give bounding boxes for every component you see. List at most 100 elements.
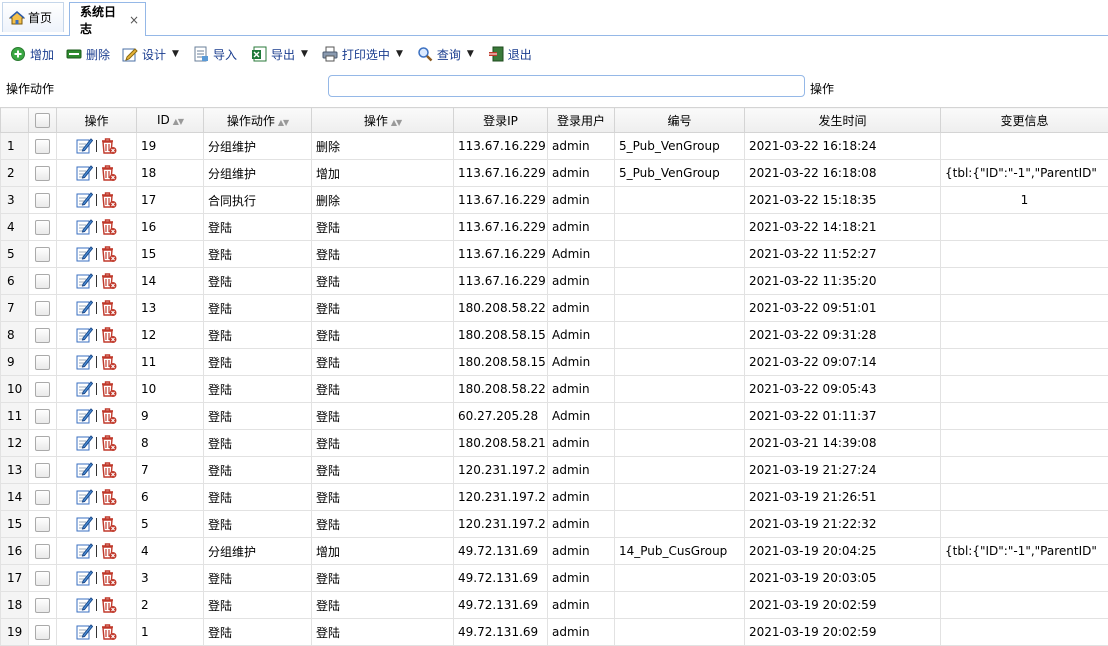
- row-select-cell[interactable]: [28, 456, 57, 484]
- delete-icon[interactable]: [100, 353, 117, 371]
- row-checkbox[interactable]: [35, 273, 50, 289]
- row-checkbox[interactable]: [35, 543, 50, 559]
- delete-icon[interactable]: [100, 218, 117, 236]
- table-row[interactable]: 17 3 登陆 登陆 49.72.131.69 admin 2021-03-19 20:03…: [0, 564, 1108, 592]
- header-id[interactable]: ID ▲▼: [136, 107, 204, 133]
- row-checkbox[interactable]: [35, 570, 50, 586]
- delete-icon[interactable]: [100, 380, 117, 398]
- row-select-cell[interactable]: [28, 321, 57, 349]
- edit-icon[interactable]: [76, 407, 94, 425]
- table-row[interactable]: 19 1 登陆 登陆 49.72.131.69 admin 2021-03-19 20:02…: [0, 618, 1108, 646]
- row-checkbox[interactable]: [35, 138, 50, 154]
- row-checkbox[interactable]: [35, 624, 50, 640]
- row-select-cell[interactable]: [28, 564, 57, 592]
- design-button[interactable]: 设计 ▼: [122, 46, 179, 63]
- row-checkbox[interactable]: [35, 435, 50, 451]
- delete-icon[interactable]: [100, 515, 117, 533]
- table-row[interactable]: 6 14 登陆 登陆 113.67.16.229 admin 2021-03-22 11:3…: [0, 267, 1108, 295]
- edit-icon[interactable]: [76, 488, 94, 506]
- delete-icon[interactable]: [100, 245, 117, 263]
- table-row[interactable]: 9 11 登陆 登陆 180.208.58.15 Admin 2021-03-22 09:0…: [0, 348, 1108, 376]
- delete-icon[interactable]: [100, 164, 117, 182]
- edit-icon[interactable]: [76, 542, 94, 560]
- table-row[interactable]: 8 12 登陆 登陆 180.208.58.15 Admin 2021-03-22 09:3…: [0, 321, 1108, 349]
- tab-system-log[interactable]: 系统日志 ×: [69, 2, 146, 36]
- export-button[interactable]: 导出 ▼: [251, 46, 308, 63]
- edit-icon[interactable]: [76, 353, 94, 371]
- import-button[interactable]: 导入: [193, 46, 237, 63]
- exit-button[interactable]: 退出: [488, 46, 532, 63]
- table-row[interactable]: 13 7 登陆 登陆 120.231.197.2 admin 2021-03-19 21:2…: [0, 456, 1108, 484]
- table-row[interactable]: 5 15 登陆 登陆 113.67.16.229 Admin 2021-03-22 11:5…: [0, 240, 1108, 268]
- edit-icon[interactable]: [76, 326, 94, 344]
- table-row[interactable]: 7 13 登陆 登陆 180.208.58.22 admin 2021-03-22 09:5…: [0, 294, 1108, 322]
- row-checkbox[interactable]: [35, 597, 50, 613]
- tab-home[interactable]: 首页: [2, 2, 64, 32]
- row-select-cell[interactable]: [28, 348, 57, 376]
- edit-icon[interactable]: [76, 299, 94, 317]
- row-checkbox[interactable]: [35, 300, 50, 316]
- delete-button[interactable]: 删除: [66, 46, 110, 63]
- row-checkbox[interactable]: [35, 219, 50, 235]
- edit-icon[interactable]: [76, 380, 94, 398]
- row-checkbox[interactable]: [35, 381, 50, 397]
- delete-icon[interactable]: [100, 596, 117, 614]
- row-select-cell[interactable]: [28, 267, 57, 295]
- row-select-cell[interactable]: [28, 429, 57, 457]
- row-checkbox[interactable]: [35, 246, 50, 262]
- delete-icon[interactable]: [100, 542, 117, 560]
- row-select-cell[interactable]: [28, 483, 57, 511]
- delete-icon[interactable]: [100, 434, 117, 452]
- row-select-cell[interactable]: [28, 537, 57, 565]
- print-selected-button[interactable]: 打印选中 ▼: [322, 46, 403, 63]
- edit-icon[interactable]: [76, 191, 94, 209]
- edit-icon[interactable]: [76, 218, 94, 236]
- row-select-cell[interactable]: [28, 402, 57, 430]
- search-input[interactable]: [328, 75, 805, 97]
- delete-icon[interactable]: [100, 191, 117, 209]
- row-checkbox[interactable]: [35, 354, 50, 370]
- table-row[interactable]: 11 9 登陆 登陆 60.27.205.28 Admin 2021-03-22 01:11…: [0, 402, 1108, 430]
- row-checkbox[interactable]: [35, 165, 50, 181]
- row-select-cell[interactable]: [28, 375, 57, 403]
- delete-icon[interactable]: [100, 623, 117, 641]
- edit-icon[interactable]: [76, 164, 94, 182]
- edit-icon[interactable]: [76, 434, 94, 452]
- table-row[interactable]: 15 5 登陆 登陆 120.231.197.2 admin 2021-03-19 21:2…: [0, 510, 1108, 538]
- edit-icon[interactable]: [76, 515, 94, 533]
- add-button[interactable]: 增加: [10, 46, 54, 63]
- row-checkbox[interactable]: [35, 516, 50, 532]
- table-row[interactable]: 12 8 登陆 登陆 180.208.58.21 admin 2021-03-21 14:3…: [0, 429, 1108, 457]
- delete-icon[interactable]: [100, 488, 117, 506]
- table-row[interactable]: 4 16 登陆 登陆 113.67.16.229 admin 2021-03-22 14:1…: [0, 213, 1108, 241]
- delete-icon[interactable]: [100, 461, 117, 479]
- delete-icon[interactable]: [100, 569, 117, 587]
- edit-icon[interactable]: [76, 623, 94, 641]
- delete-icon[interactable]: [100, 272, 117, 290]
- table-row[interactable]: 16 4 分组维护 增加 49.72.131.69 admin 14_Pub_CusGrou…: [0, 537, 1108, 565]
- delete-icon[interactable]: [100, 326, 117, 344]
- close-icon[interactable]: ×: [129, 13, 139, 27]
- row-checkbox[interactable]: [35, 489, 50, 505]
- row-select-cell[interactable]: [28, 159, 57, 187]
- row-select-cell[interactable]: [28, 294, 57, 322]
- table-row[interactable]: 3 17 合同执行 删除 113.67.16.229 admin 2021-03-22 15…: [0, 186, 1108, 214]
- row-select-cell[interactable]: [28, 213, 57, 241]
- row-checkbox[interactable]: [35, 327, 50, 343]
- header-action[interactable]: 操作动作 ▲▼: [203, 107, 312, 133]
- edit-icon[interactable]: [76, 596, 94, 614]
- delete-icon[interactable]: [100, 407, 117, 425]
- row-checkbox[interactable]: [35, 408, 50, 424]
- table-row[interactable]: 10 10 登陆 登陆 180.208.58.22 admin 2021-03-22 09:…: [0, 375, 1108, 403]
- row-select-cell[interactable]: [28, 132, 57, 160]
- edit-icon[interactable]: [76, 245, 94, 263]
- row-checkbox[interactable]: [35, 462, 50, 478]
- table-row[interactable]: 1 19 分组维护 删除 113.67.16.229 admin 5_Pub_VenGrou…: [0, 132, 1108, 160]
- row-select-cell[interactable]: [28, 186, 57, 214]
- edit-icon[interactable]: [76, 272, 94, 290]
- header-operation[interactable]: 操作 ▲▼: [311, 107, 454, 133]
- edit-icon[interactable]: [76, 569, 94, 587]
- row-select-cell[interactable]: [28, 618, 57, 646]
- table-row[interactable]: 18 2 登陆 登陆 49.72.131.69 admin 2021-03-19 20:02…: [0, 591, 1108, 619]
- header-select-all[interactable]: [28, 107, 57, 133]
